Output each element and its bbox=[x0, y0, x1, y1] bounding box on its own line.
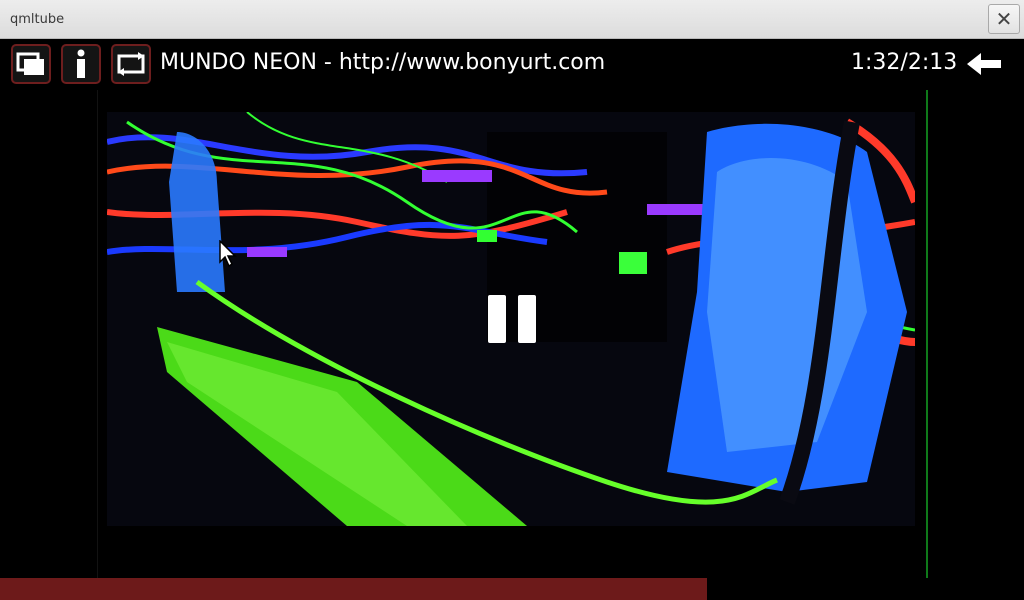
repeat-button[interactable] bbox=[111, 44, 151, 84]
window-titlebar: qmltube ✕ bbox=[0, 0, 1024, 39]
mouse-cursor-icon bbox=[219, 239, 239, 272]
progress-bar[interactable] bbox=[0, 578, 1024, 600]
close-button[interactable]: ✕ bbox=[988, 4, 1020, 34]
windows-icon bbox=[16, 52, 44, 75]
video-title: MUNDO NEON - http://www.bonyurt.com bbox=[160, 50, 606, 75]
close-icon: ✕ bbox=[995, 7, 1013, 31]
info-button[interactable] bbox=[61, 44, 101, 84]
progress-fill bbox=[0, 578, 707, 600]
left-arrow-icon bbox=[967, 53, 1001, 75]
back-button[interactable] bbox=[967, 52, 1003, 80]
repeat-icon bbox=[117, 52, 145, 76]
windows-button[interactable] bbox=[11, 44, 51, 84]
pause-button[interactable] bbox=[488, 295, 536, 343]
info-icon bbox=[77, 49, 85, 78]
player-toolbar: MUNDO NEON - http://www.bonyurt.com 1:32… bbox=[0, 40, 1024, 88]
left-divider bbox=[97, 90, 98, 578]
window-title: qmltube bbox=[10, 12, 65, 27]
right-divider bbox=[926, 90, 928, 578]
pause-icon-bar bbox=[518, 295, 536, 343]
playback-time: 1:32/2:13 bbox=[851, 50, 958, 75]
pause-icon bbox=[488, 295, 506, 343]
